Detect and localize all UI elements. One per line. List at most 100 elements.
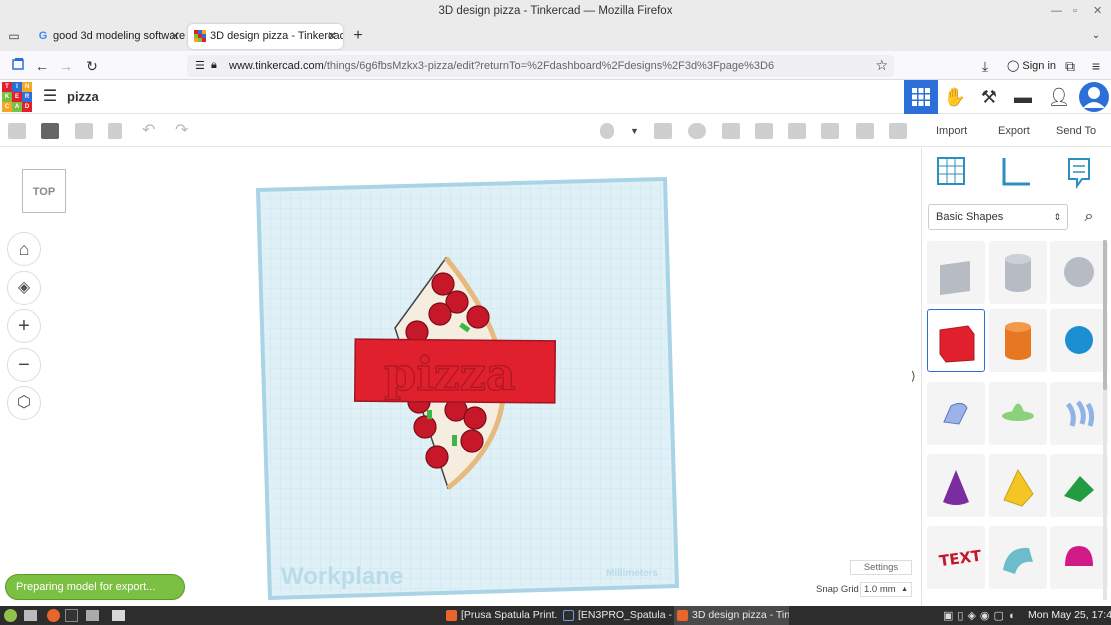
ungroup-icon[interactable]: [688, 123, 706, 139]
os-taskbar: [Prusa Spatula Print... [EN3PRO_Spatula …: [0, 606, 1111, 625]
tab-tinkercad[interactable]: 3D design pizza - Tinkercad ✕: [188, 24, 343, 49]
close-window-icon[interactable]: ✕: [1093, 0, 1102, 22]
tab-list-icon[interactable]: ▭: [4, 26, 24, 46]
tab-search[interactable]: G good 3d modeling software ✕: [31, 24, 186, 49]
send-to-button[interactable]: Send To: [1056, 115, 1096, 147]
duplicate-icon[interactable]: [75, 123, 93, 139]
bookmark-star-icon[interactable]: ☆: [875, 57, 888, 74]
tray-icons[interactable]: ▣▯◈◉▢◖: [943, 609, 1019, 622]
settings-button[interactable]: Settings: [850, 560, 912, 575]
workplane-label: Workplane: [281, 563, 403, 590]
notes-icon[interactable]: [1068, 158, 1090, 190]
home-view-icon[interactable]: ⌂: [7, 232, 41, 266]
new-tab-icon[interactable]: +: [348, 26, 368, 46]
undo-icon[interactable]: ↶: [142, 115, 155, 147]
forward-icon[interactable]: →: [56, 56, 76, 76]
delete-icon[interactable]: [108, 123, 122, 139]
cruise-icon[interactable]: [821, 123, 839, 139]
shape-cylinder[interactable]: [989, 309, 1047, 372]
terminal-icon[interactable]: [65, 609, 78, 622]
shape-sphere[interactable]: [1050, 309, 1108, 372]
maximize-icon[interactable]: ▫: [1073, 0, 1077, 22]
group-icon[interactable]: [654, 123, 672, 139]
window-titlebar: 3D design pizza - Tinkercad — Mozilla Fi…: [0, 0, 1111, 22]
panel-scrollbar[interactable]: [1103, 240, 1107, 600]
svg-text:TEXT: TEXT: [938, 546, 983, 570]
design-canvas[interactable]: pizza Workplane Millimeters TOP ⌂ ◈ + − …: [0, 148, 921, 606]
perspective-icon[interactable]: ⬡: [7, 386, 41, 420]
design-menu-icon[interactable]: ☰: [33, 80, 67, 114]
files-icon[interactable]: [86, 610, 99, 621]
shape-text[interactable]: TEXT: [927, 526, 985, 589]
taskbar-item[interactable]: [Prusa Spatula Print...: [443, 606, 558, 625]
shape-paraboloid[interactable]: [989, 382, 1047, 445]
close-tab-icon[interactable]: ✕: [170, 24, 180, 49]
mirror-icon[interactable]: [788, 123, 806, 139]
sign-in-button[interactable]: ◯ Sign in: [1001, 55, 1062, 77]
taskbar-item[interactable]: [EN3PRO_Spatula - ...: [560, 606, 672, 625]
shape-roof[interactable]: [1050, 454, 1108, 517]
shape-box[interactable]: [927, 309, 985, 372]
downloads-icon[interactable]: ⤓: [975, 56, 995, 76]
firefox-icon: [446, 610, 457, 621]
clock[interactable]: Mon May 25, 17:42: [1028, 606, 1111, 625]
collapse-panel-icon[interactable]: ⟩: [911, 362, 921, 390]
reload-icon[interactable]: ↻: [82, 56, 102, 76]
shape-scribble[interactable]: [927, 382, 985, 445]
notes-icon[interactable]: [856, 123, 874, 139]
start-menu-icon[interactable]: [4, 609, 17, 622]
design-name[interactable]: pizza: [67, 80, 99, 114]
circuits-icon[interactable]: ⚒: [972, 80, 1006, 114]
minimize-icon[interactable]: —: [1051, 0, 1062, 22]
zoom-out-icon[interactable]: −: [7, 348, 41, 382]
redo-icon[interactable]: ↷: [175, 115, 188, 147]
shape-half-cylinder[interactable]: [989, 526, 1047, 589]
avatar[interactable]: [1077, 80, 1111, 114]
shape-text-waves[interactable]: [1050, 382, 1108, 445]
files-icon[interactable]: [112, 610, 125, 621]
fit-view-icon[interactable]: ◈: [7, 271, 41, 305]
show-desktop-icon[interactable]: [24, 610, 37, 621]
menu-icon[interactable]: ≡: [1086, 56, 1106, 76]
snap-grid-select[interactable]: 1.0 mm ▲: [860, 582, 912, 597]
shape-cone[interactable]: [927, 454, 985, 517]
blocks-icon[interactable]: ✋: [938, 80, 972, 114]
chevron-down-icon[interactable]: ▼: [630, 115, 639, 147]
shape-category-select[interactable]: Basic Shapes ⇕: [928, 204, 1068, 230]
paste-icon[interactable]: [41, 123, 59, 139]
close-tab-icon[interactable]: ✕: [327, 24, 337, 49]
search-icon[interactable]: ⌕: [1074, 204, 1104, 230]
firefox-icon[interactable]: [47, 609, 60, 622]
view-cube[interactable]: TOP: [22, 169, 66, 213]
workplane-tool-icon[interactable]: [722, 123, 740, 139]
ruler-icon[interactable]: [889, 123, 907, 139]
light-bulb-icon[interactable]: [600, 123, 614, 139]
ruler-icon[interactable]: [1002, 158, 1030, 186]
lock-icon[interactable]: 🔒︎: [211, 59, 217, 72]
copy-icon[interactable]: [8, 123, 26, 139]
zoom-in-icon[interactable]: +: [7, 309, 41, 343]
firefox-view-icon[interactable]: [8, 56, 28, 76]
url-bar[interactable]: ☰ 🔒︎ www.tinkercad.com/things/6g6fbsMzkx…: [187, 55, 894, 77]
shape-sphere-hole[interactable]: [1050, 241, 1108, 304]
app-header: TIN KER CAD ☰ pizza ✋ ⚒ ▬ 👤︎: [0, 80, 1111, 114]
page-info-icon[interactable]: ☰: [195, 59, 205, 72]
import-button[interactable]: Import: [936, 115, 967, 147]
extensions-icon[interactable]: ⧉: [1060, 56, 1080, 76]
shape-cylinder-hole[interactable]: [989, 241, 1047, 304]
workplane-view: pizza Workplane Millimeters: [255, 176, 680, 601]
back-icon[interactable]: ←: [32, 56, 52, 76]
invite-user-icon[interactable]: 👤︎: [1042, 80, 1076, 114]
tab-overflow-icon[interactable]: ⌄: [1086, 26, 1106, 46]
shape-half-sphere[interactable]: [1050, 526, 1108, 589]
3d-view-icon[interactable]: [904, 80, 938, 114]
shape-box-hole[interactable]: [927, 241, 985, 304]
export-button[interactable]: Export: [998, 115, 1030, 147]
bricks-icon[interactable]: ▬: [1006, 80, 1040, 114]
tinkercad-logo[interactable]: TIN KER CAD: [2, 82, 32, 112]
align-icon[interactable]: [755, 123, 773, 139]
tab-label: good 3d modeling software: [53, 30, 186, 42]
workplane-icon[interactable]: [937, 157, 965, 185]
shape-pyramid[interactable]: [989, 454, 1047, 517]
taskbar-item-active[interactable]: 3D design pizza - Tin...: [674, 606, 789, 625]
